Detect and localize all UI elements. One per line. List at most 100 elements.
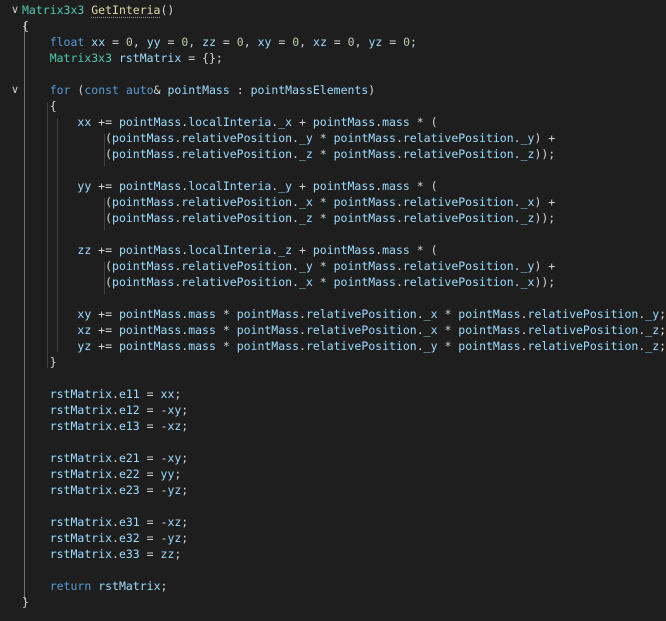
code-text[interactable]: {: [22, 18, 29, 34]
code-line[interactable]: ∨ for (const auto& pointMass : pointMass…: [0, 82, 666, 98]
code-line[interactable]: (pointMass.relativePosition._x * pointMa…: [0, 194, 666, 210]
code-text[interactable]: (pointMass.relativePosition._x * pointMa…: [22, 194, 555, 210]
code-line[interactable]: [0, 562, 666, 578]
punctuation-token: .: [112, 451, 119, 465]
code-text[interactable]: rstMatrix.e33 = zz;: [22, 546, 182, 562]
code-line[interactable]: return rstMatrix;: [0, 578, 666, 594]
code-line[interactable]: rstMatrix.e23 = -yz;: [0, 482, 666, 498]
code-line[interactable]: {: [0, 18, 666, 34]
code-line[interactable]: xx += pointMass.localInteria._x + pointM…: [0, 114, 666, 130]
code-line[interactable]: [0, 66, 666, 82]
code-line[interactable]: (pointMass.relativePosition._y * pointMa…: [0, 258, 666, 274]
punctuation-token: ,: [299, 35, 314, 49]
punctuation-token: [22, 115, 77, 129]
identifier-token: yz: [167, 531, 182, 545]
code-line[interactable]: (pointMass.relativePosition._y * pointMa…: [0, 130, 666, 146]
punctuation-token: .: [395, 195, 403, 209]
fold-chevron-down-icon[interactable]: ∨: [10, 2, 20, 18]
code-text[interactable]: (pointMass.relativePosition._y * pointMa…: [22, 258, 555, 274]
code-line[interactable]: }: [0, 594, 666, 610]
code-line[interactable]: [0, 290, 666, 306]
identifier-token: pointMass: [333, 147, 396, 161]
code-text[interactable]: rstMatrix.e11 = xx;: [22, 386, 182, 402]
punctuation-token: .: [416, 323, 424, 337]
code-line[interactable]: rstMatrix.e11 = xx;: [0, 386, 666, 402]
identifier-token: pointMass: [112, 211, 175, 225]
punctuation-token: .: [292, 195, 299, 209]
code-line[interactable]: float xx = 0, yy = 0, zz = 0, xy = 0, xz…: [0, 34, 666, 50]
code-line[interactable]: rstMatrix.e31 = -xz;: [0, 514, 666, 530]
code-line[interactable]: rstMatrix.e21 = -xy;: [0, 450, 666, 466]
code-line[interactable]: [0, 434, 666, 450]
code-text[interactable]: (pointMass.relativePosition._y * pointMa…: [22, 130, 555, 146]
code-text[interactable]: zz += pointMass.localInteria._z + pointM…: [22, 242, 437, 258]
code-text[interactable]: yz += pointMass.mass * pointMass.relativ…: [22, 338, 666, 354]
code-text[interactable]: rstMatrix.e32 = -yz;: [22, 530, 189, 546]
code-editor[interactable]: ∨ Matrix3x3 GetInteria(){ float xx = 0, y…: [0, 0, 666, 621]
code-line[interactable]: }: [0, 354, 666, 370]
code-text[interactable]: for (const auto& pointMass : pointMassEl…: [22, 82, 376, 98]
code-line[interactable]: zz += pointMass.localInteria._z + pointM…: [0, 242, 666, 258]
code-line[interactable]: [0, 162, 666, 178]
identifier-token: e13: [118, 419, 140, 433]
code-line[interactable]: [0, 370, 666, 386]
code-line[interactable]: [0, 226, 666, 242]
code-text[interactable]: xx += pointMass.localInteria._x + pointM…: [22, 114, 437, 130]
code-text[interactable]: return rstMatrix;: [22, 578, 168, 594]
identifier-token: pointMass: [112, 259, 175, 273]
code-text[interactable]: xy += pointMass.mass * pointMass.relativ…: [22, 306, 666, 322]
code-text[interactable]: }: [22, 354, 57, 370]
code-text[interactable]: (pointMass.relativePosition._x * pointMa…: [22, 274, 555, 290]
code-line[interactable]: (pointMass.relativePosition._z * pointMa…: [0, 210, 666, 226]
code-text[interactable]: Matrix3x3 rstMatrix = {};: [22, 50, 223, 66]
code-line[interactable]: {: [0, 98, 666, 114]
punctuation-token: *: [437, 339, 459, 353]
punctuation-token: .: [395, 131, 403, 145]
fold-chevron-down-icon[interactable]: ∨: [10, 82, 20, 98]
code-text[interactable]: rstMatrix.e22 = yy;: [22, 466, 182, 482]
punctuation-token: .: [395, 275, 403, 289]
identifier-token: _z: [645, 339, 660, 353]
code-line[interactable]: rstMatrix.e32 = -yz;: [0, 530, 666, 546]
code-line[interactable]: (pointMass.relativePosition._z * pointMa…: [0, 146, 666, 162]
code-line[interactable]: Matrix3x3 rstMatrix = {};: [0, 50, 666, 66]
code-text[interactable]: {: [22, 98, 57, 114]
code-text[interactable]: rstMatrix.e13 = -xz;: [22, 418, 189, 434]
code-text[interactable]: rstMatrix.e23 = -yz;: [22, 482, 189, 498]
code-text[interactable]: rstMatrix.e12 = -xy;: [22, 402, 189, 418]
code-text[interactable]: (pointMass.relativePosition._z * pointMa…: [22, 146, 555, 162]
keyword-token: return: [49, 579, 92, 593]
punctuation-token: ;: [181, 515, 189, 529]
code-line[interactable]: xz += pointMass.mass * pointMass.relativ…: [0, 322, 666, 338]
code-text[interactable]: (pointMass.relativePosition._z * pointMa…: [22, 210, 555, 226]
code-text[interactable]: Matrix3x3 GetInteria(): [22, 2, 174, 18]
punctuation-token: .: [513, 195, 521, 209]
code-text[interactable]: float xx = 0, yy = 0, zz = 0, xy = 0, xz…: [22, 34, 417, 50]
code-line[interactable]: yz += pointMass.mass * pointMass.relativ…: [0, 338, 666, 354]
code-line[interactable]: yy += pointMass.localInteria._y + pointM…: [0, 178, 666, 194]
punctuation-token: ;: [174, 467, 182, 481]
punctuation-token: .: [299, 323, 306, 337]
punctuation-token: [22, 451, 50, 465]
code-line[interactable]: rstMatrix.e12 = -xy;: [0, 402, 666, 418]
code-text[interactable]: rstMatrix.e31 = -xz;: [22, 514, 189, 530]
code-line[interactable]: ∨ Matrix3x3 GetInteria(): [0, 2, 666, 18]
punctuation-token: .: [112, 403, 119, 417]
code-line[interactable]: (pointMass.relativePosition._x * pointMa…: [0, 274, 666, 290]
code-text[interactable]: }: [22, 594, 29, 610]
code-text[interactable]: rstMatrix.e21 = -xy;: [22, 450, 189, 466]
punctuation-token: =: [382, 35, 404, 49]
identifier-token: pointMass: [118, 339, 182, 353]
code-text[interactable]: yy += pointMass.localInteria._y + pointM…: [22, 178, 437, 194]
code-line[interactable]: xy += pointMass.mass * pointMass.relativ…: [0, 306, 666, 322]
code-line[interactable]: rstMatrix.e13 = -xz;: [0, 418, 666, 434]
code-line[interactable]: rstMatrix.e22 = yy;: [0, 466, 666, 482]
punctuation-token: .: [513, 275, 521, 289]
code-line[interactable]: [0, 498, 666, 514]
identifier-token: relativePosition: [402, 131, 514, 145]
code-text[interactable]: xz += pointMass.mass * pointMass.relativ…: [22, 322, 666, 338]
identifier-token: pointMass: [112, 147, 175, 161]
identifier-token: _z: [520, 147, 535, 161]
identifier-token: e33: [118, 547, 140, 561]
code-line[interactable]: rstMatrix.e33 = zz;: [0, 546, 666, 562]
